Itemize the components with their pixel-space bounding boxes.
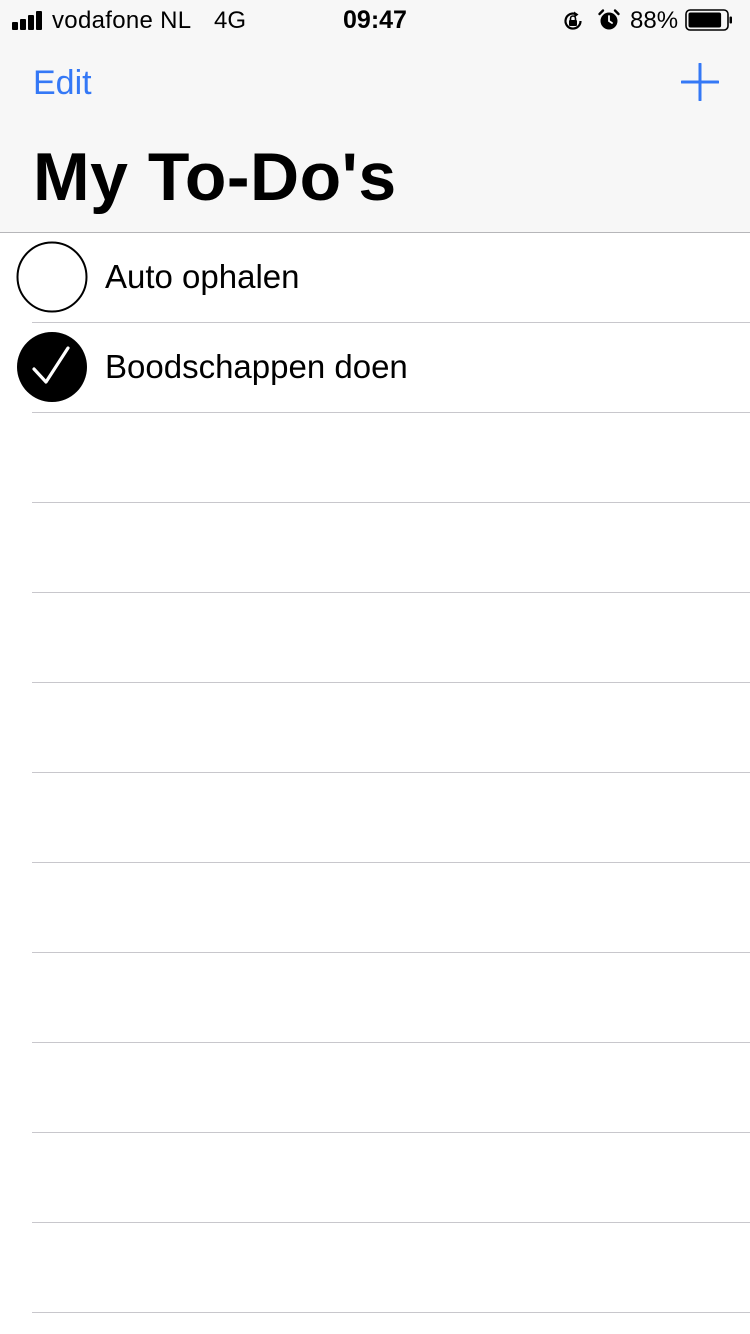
empty-row	[0, 593, 750, 683]
unchecked-circle-icon[interactable]	[16, 241, 88, 313]
empty-row	[0, 953, 750, 1043]
empty-row	[0, 773, 750, 863]
edit-button[interactable]: Edit	[33, 64, 92, 103]
todo-row[interactable]: Auto ophalen	[0, 233, 750, 323]
row-separator	[32, 1312, 750, 1313]
empty-row	[0, 683, 750, 773]
todo-list: Auto ophalen Boodschappen doen	[0, 233, 750, 1313]
orientation-lock-icon	[564, 11, 582, 30]
empty-row	[0, 1043, 750, 1133]
todo-label: Boodschappen doen	[105, 348, 408, 385]
status-bar: vodafone NL 4G 09:47 88%	[0, 0, 750, 40]
empty-row	[0, 503, 750, 593]
todo-label: Auto ophalen	[105, 258, 300, 295]
plus-icon[interactable]	[681, 63, 719, 101]
empty-row	[0, 1133, 750, 1223]
navigation-bar: Edit My To-Do's	[0, 40, 750, 233]
empty-row	[0, 1223, 750, 1313]
battery-icon	[685, 9, 732, 31]
empty-row	[0, 863, 750, 953]
page-title: My To-Do's	[33, 139, 397, 215]
checked-circle-icon[interactable]	[16, 331, 88, 403]
empty-row	[0, 413, 750, 503]
battery-percent: 88%	[630, 7, 679, 34]
alarm-icon	[598, 9, 620, 30]
todo-row[interactable]: Boodschappen doen	[0, 323, 750, 413]
